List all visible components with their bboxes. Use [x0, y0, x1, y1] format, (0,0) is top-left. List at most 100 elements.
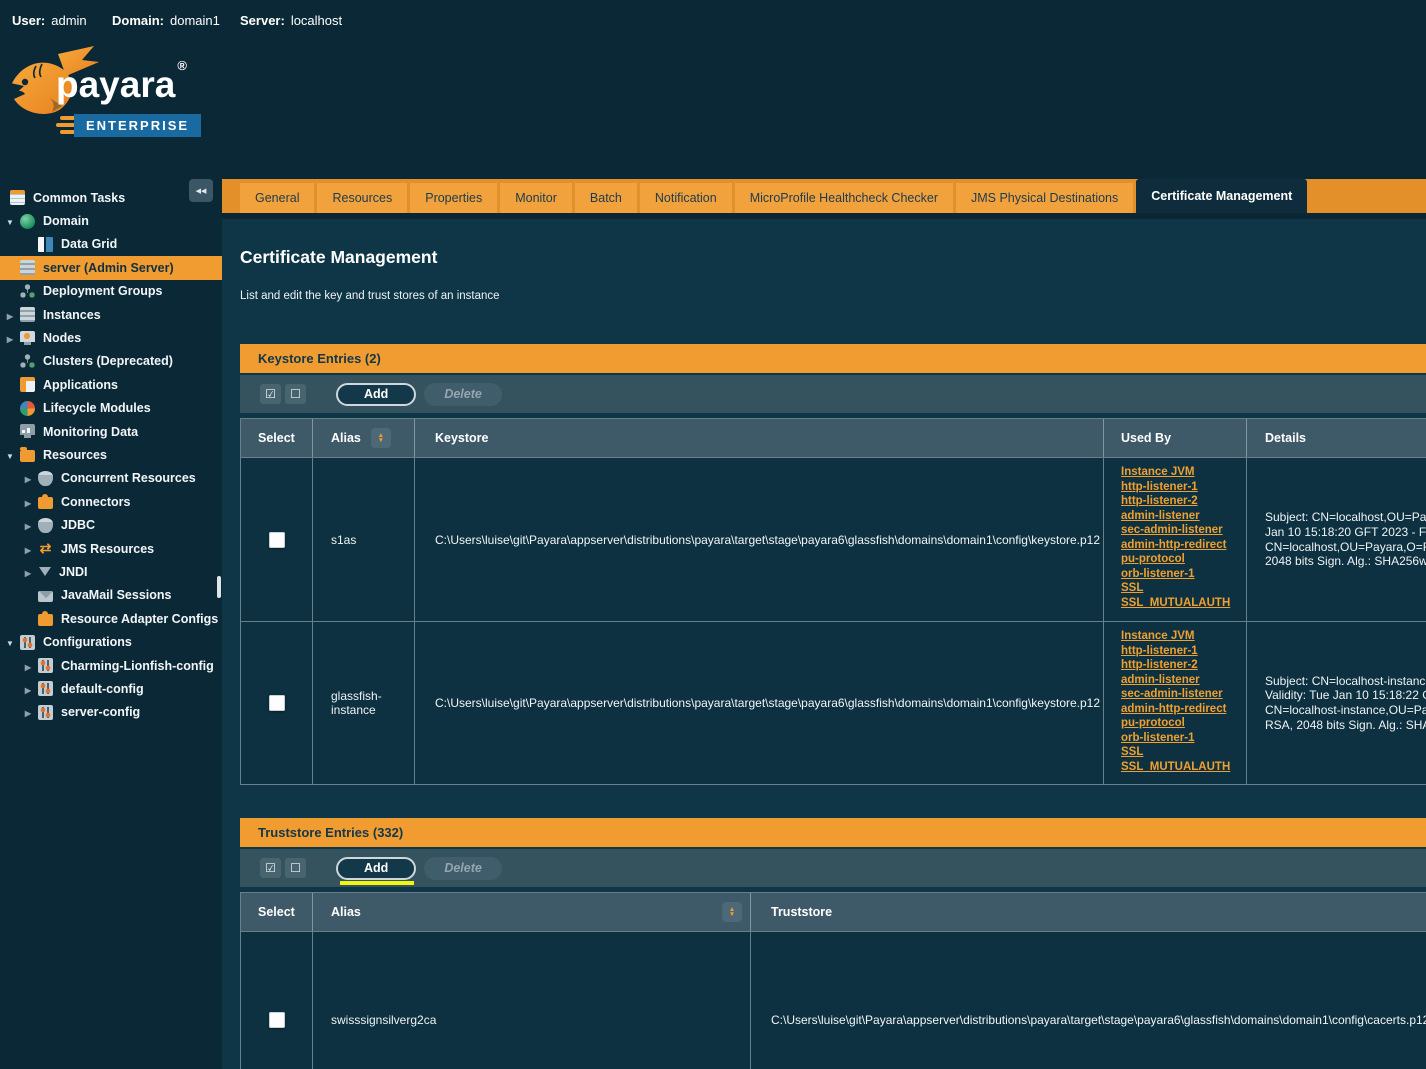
sidebar-item-clusters-deprecated[interactable]: Clusters (Deprecated)	[0, 350, 222, 373]
row-checkbox[interactable]	[269, 1012, 285, 1028]
used-by-link[interactable]: SSL	[1121, 581, 1143, 596]
used-by-link[interactable]: admin-http-redirect	[1121, 702, 1226, 717]
keystore-delete-button[interactable]: Delete	[424, 383, 502, 406]
select-all-button[interactable]	[260, 384, 281, 404]
col-alias: Alias	[313, 419, 415, 457]
expander-down-icon[interactable]	[6, 214, 14, 228]
used-by-link[interactable]: http-listener-1	[1121, 480, 1198, 495]
used-by-link[interactable]: admin-listener	[1121, 673, 1200, 688]
sidebar-item-resources[interactable]: Resources	[0, 443, 222, 466]
sidebar-item-charming-lionfish-config[interactable]: Charming-Lionfish-config	[0, 654, 222, 677]
used-by-link[interactable]: admin-http-redirect	[1121, 538, 1226, 553]
instances-icon	[20, 307, 35, 322]
sliders-icon	[38, 681, 53, 696]
sidebar-item-data-grid[interactable]: Data Grid	[0, 233, 222, 256]
alias-sort-button[interactable]	[371, 428, 391, 448]
used-by-link[interactable]: orb-listener-1	[1121, 567, 1195, 582]
expander-right-icon[interactable]	[25, 518, 31, 532]
truststore-table: Select Alias Truststore swisssignsilverg…	[240, 892, 1426, 1069]
expander-right-icon[interactable]	[7, 331, 13, 345]
used-by-cell: Instance JVM http-listener-1 http-listen…	[1104, 622, 1247, 784]
expander-right-icon[interactable]	[25, 542, 31, 556]
tab-microprofile-healthcheck-checker[interactable]: MicroProfile Healthcheck Checker	[735, 183, 953, 213]
sidebar-item-applications[interactable]: Applications	[0, 373, 222, 396]
used-by-link[interactable]: SSL_MUTUALAUTH	[1121, 596, 1230, 611]
truststore-delete-button[interactable]: Delete	[424, 857, 502, 880]
sidebar-item-nodes[interactable]: Nodes	[0, 326, 222, 349]
used-by-link[interactable]: SSL	[1121, 745, 1143, 760]
sidebar-item-resource-adapter-configs[interactable]: Resource Adapter Configs	[0, 607, 222, 630]
deselect-all-button[interactable]	[285, 858, 306, 878]
globe-icon	[20, 214, 35, 229]
expander-down-icon[interactable]	[6, 448, 14, 462]
clusters-icon	[20, 354, 35, 369]
expander-down-icon[interactable]	[6, 635, 14, 649]
sidebar-item-configurations[interactable]: Configurations	[0, 630, 222, 653]
used-by-link[interactable]: sec-admin-listener	[1121, 523, 1223, 538]
truststore-add-button[interactable]: Add	[336, 857, 416, 880]
row-checkbox[interactable]	[269, 695, 285, 711]
used-by-link[interactable]: pu-protocol	[1121, 552, 1185, 567]
sidebar-item-common-tasks[interactable]: Common Tasks	[0, 186, 222, 209]
sidebar-item-server-config[interactable]: server-config	[0, 701, 222, 724]
tab-general[interactable]: General	[240, 183, 314, 213]
tab-certificate-management[interactable]: Certificate Management	[1136, 179, 1307, 213]
used-by-link[interactable]: admin-listener	[1121, 509, 1200, 524]
alias-cell: s1as	[313, 458, 415, 621]
sidebar-item-default-config[interactable]: default-config	[0, 677, 222, 700]
used-by-link[interactable]: http-listener-2	[1121, 494, 1198, 509]
expander-right-icon[interactable]	[7, 308, 13, 322]
used-by-cell: Instance JVM http-listener-1 http-listen…	[1104, 458, 1247, 621]
expander-right-icon[interactable]	[25, 565, 31, 579]
puzzle-icon	[38, 614, 53, 626]
expander-right-icon[interactable]	[25, 682, 31, 696]
tab-monitor[interactable]: Monitor	[500, 183, 572, 213]
expander-right-icon[interactable]	[25, 495, 31, 509]
expander-right-icon[interactable]	[25, 471, 31, 485]
used-by-link[interactable]: Instance JVM	[1121, 465, 1195, 480]
row-checkbox[interactable]	[269, 532, 285, 548]
sidebar-item-instances[interactable]: Instances	[0, 303, 222, 326]
used-by-link[interactable]: sec-admin-listener	[1121, 687, 1223, 702]
used-by-link[interactable]: orb-listener-1	[1121, 731, 1195, 746]
applications-icon	[20, 377, 35, 392]
tab-resources[interactable]: Resources	[317, 183, 407, 213]
focus-highlight	[340, 881, 414, 885]
sliders-icon	[38, 705, 53, 720]
alias-sort-button[interactable]	[722, 902, 742, 922]
sidebar-item-connectors[interactable]: Connectors	[0, 490, 222, 513]
used-by-link[interactable]: pu-protocol	[1121, 716, 1185, 731]
tab-notification[interactable]: Notification	[640, 183, 732, 213]
sidebar-item-jdbc[interactable]: JDBC	[0, 513, 222, 536]
col-keystore: Keystore	[415, 419, 1104, 457]
sidebar-item-server-admin-server[interactable]: server (Admin Server)	[0, 256, 222, 279]
keystore-row-glassfish-instance: glassfish-instance C:\Users\luise\git\Pa…	[241, 622, 1426, 785]
expander-right-icon[interactable]	[25, 659, 31, 673]
expander-right-icon[interactable]	[25, 705, 31, 719]
tab-jms-physical-destinations[interactable]: JMS Physical Destinations	[956, 183, 1133, 213]
used-by-link[interactable]: http-listener-1	[1121, 644, 1198, 659]
used-by-link[interactable]: http-listener-2	[1121, 658, 1198, 673]
tab-properties[interactable]: Properties	[410, 183, 497, 213]
keystore-add-button[interactable]: Add	[336, 383, 416, 406]
monitoring-data-icon	[20, 424, 35, 439]
deselect-all-button[interactable]	[285, 384, 306, 404]
user-label: User:	[12, 13, 45, 28]
topbar-domain: Domain: domain1	[112, 0, 220, 40]
used-by-link[interactable]: SSL_MUTUALAUTH	[1121, 760, 1230, 775]
sidebar-item-deployment-groups[interactable]: Deployment Groups	[0, 280, 222, 303]
sidebar-item-monitoring-data[interactable]: Monitoring Data	[0, 420, 222, 443]
sliders-icon	[20, 635, 35, 650]
keystore-path-cell: C:\Users\luise\git\Payara\appserver\dist…	[415, 458, 1104, 621]
sidebar-item-jms-resources[interactable]: JMS Resources	[0, 537, 222, 560]
sidebar-item-lifecycle-modules[interactable]: Lifecycle Modules	[0, 397, 222, 420]
admin-console: User: admin Domain: domain1 Server: loca…	[0, 0, 1426, 1069]
sidebar-item-javamail-sessions[interactable]: JavaMail Sessions	[0, 584, 222, 607]
sidebar-item-concurrent-resources[interactable]: Concurrent Resources	[0, 467, 222, 490]
select-all-button[interactable]	[260, 858, 281, 878]
tab-batch[interactable]: Batch	[575, 183, 637, 213]
used-by-link[interactable]: Instance JVM	[1121, 629, 1195, 644]
sidebar-item-domain[interactable]: Domain	[0, 209, 222, 232]
sidebar-item-jndi[interactable]: JNDI	[0, 560, 222, 583]
col-details: Details	[1247, 419, 1426, 457]
